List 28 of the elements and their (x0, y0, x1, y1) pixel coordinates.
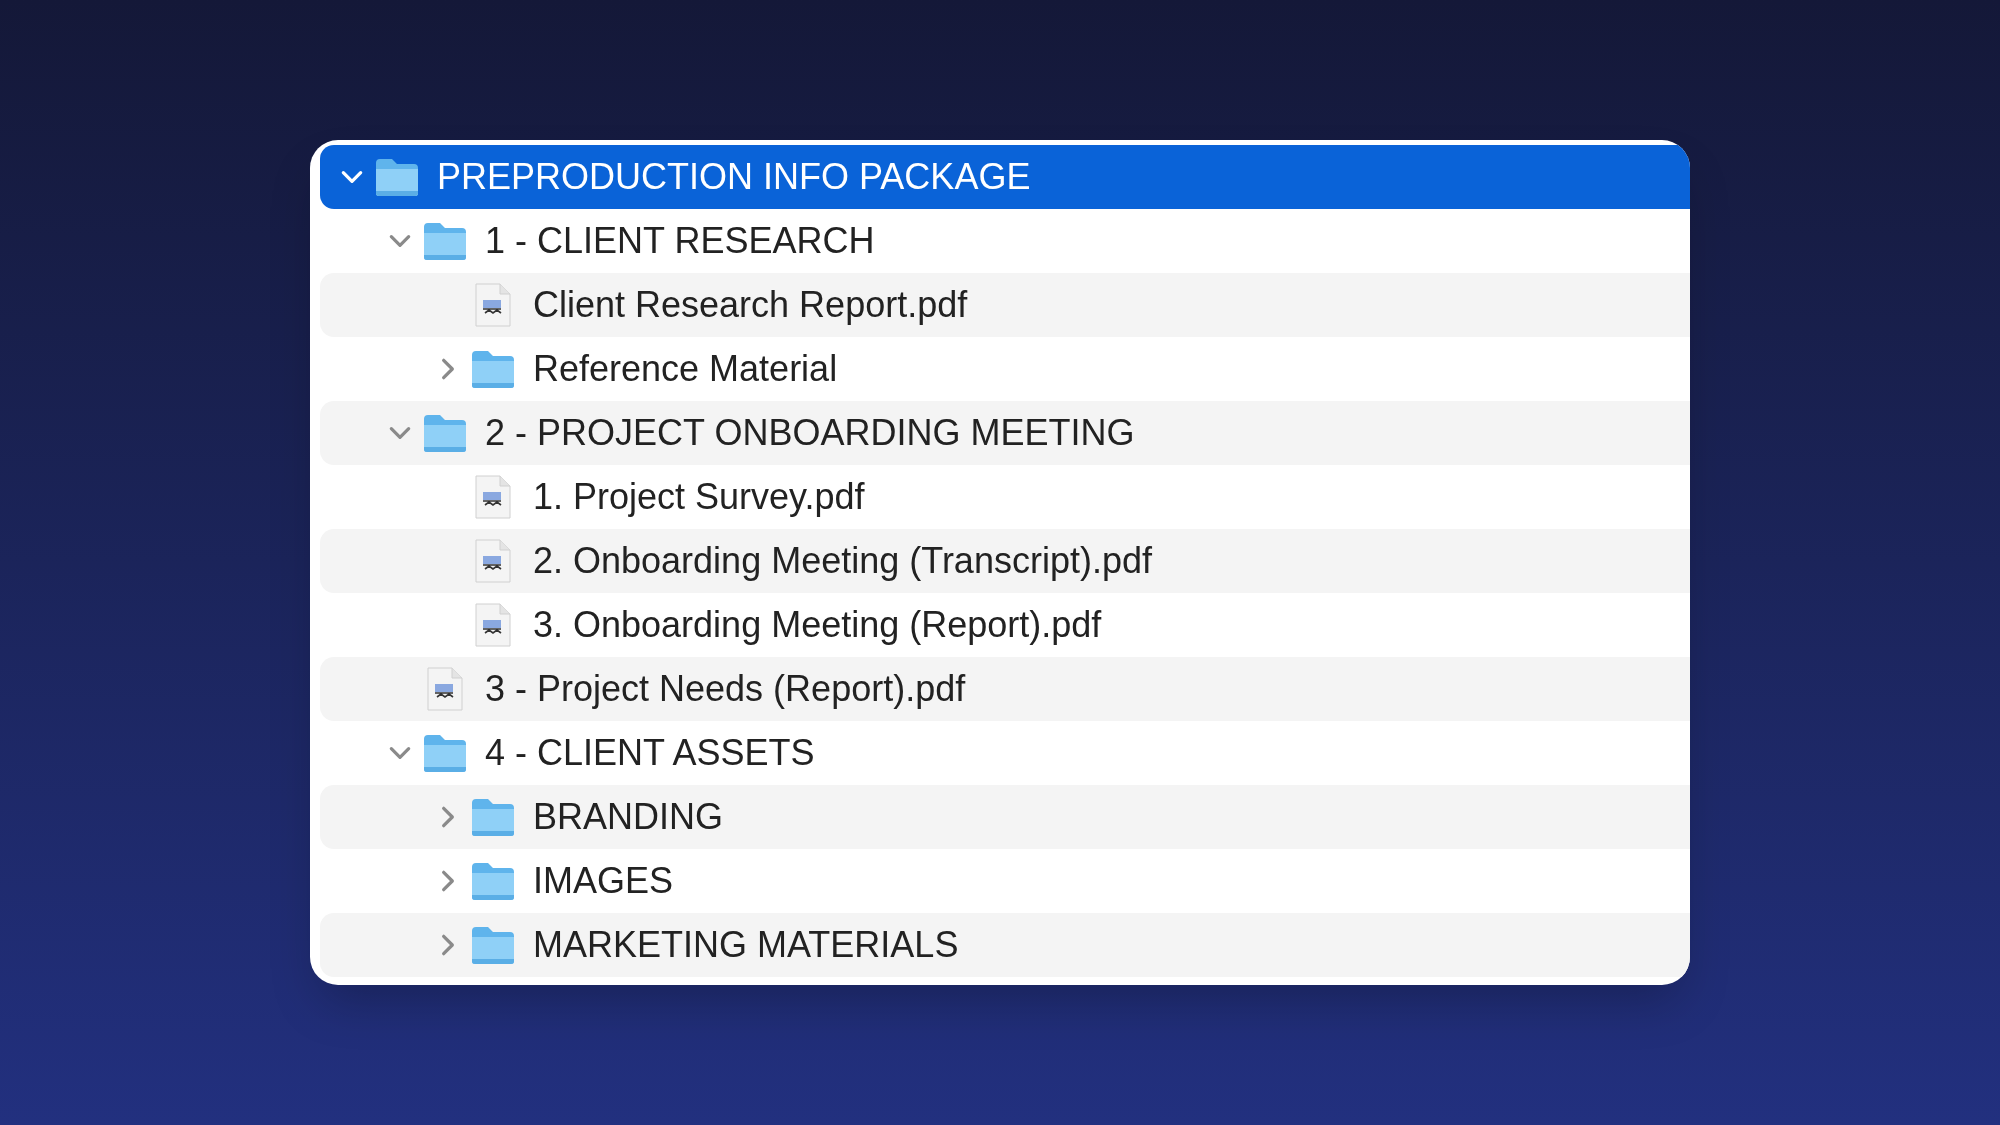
folder-icon (470, 925, 516, 965)
tree-row[interactable]: Client Research Report.pdf (320, 273, 1690, 337)
item-label: 1. Project Survey.pdf (533, 475, 865, 519)
folder-icon (374, 157, 420, 197)
item-label: Client Research Report.pdf (533, 283, 968, 327)
item-label: MARKETING MATERIALS (533, 923, 959, 967)
tree-row[interactable]: BRANDING (320, 785, 1690, 849)
item-label: 3. Onboarding Meeting (Report).pdf (533, 603, 1102, 647)
folder-icon (422, 221, 468, 261)
tree-row[interactable]: MARKETING MATERIALS (320, 913, 1690, 977)
item-label: BRANDING (533, 795, 724, 839)
folder-icon (422, 733, 468, 773)
item-label: 2. Onboarding Meeting (Transcript).pdf (533, 539, 1152, 583)
folder-icon (470, 797, 516, 837)
item-label: Reference Material (533, 347, 838, 391)
item-label: 3 - Project Needs (Report).pdf (485, 667, 966, 711)
folder-icon (470, 861, 516, 901)
item-label: 1 - CLIENT RESEARCH (485, 219, 875, 263)
item-label: PREPRODUCTION INFO PACKAGE (437, 155, 1031, 199)
tree-row[interactable]: 2. Onboarding Meeting (Transcript).pdf (320, 529, 1690, 593)
folder-icon (422, 413, 468, 453)
tree-row[interactable]: 3 - Project Needs (Report).pdf (320, 657, 1690, 721)
item-label: 2 - PROJECT ONBOARDING MEETING (485, 411, 1135, 455)
item-label: IMAGES (533, 859, 674, 903)
tree-row[interactable]: PREPRODUCTION INFO PACKAGE (320, 145, 1690, 209)
item-label: 4 - CLIENT ASSETS (485, 731, 815, 775)
tree-row[interactable]: 2 - PROJECT ONBOARDING MEETING (320, 401, 1690, 465)
folder-icon (470, 349, 516, 389)
